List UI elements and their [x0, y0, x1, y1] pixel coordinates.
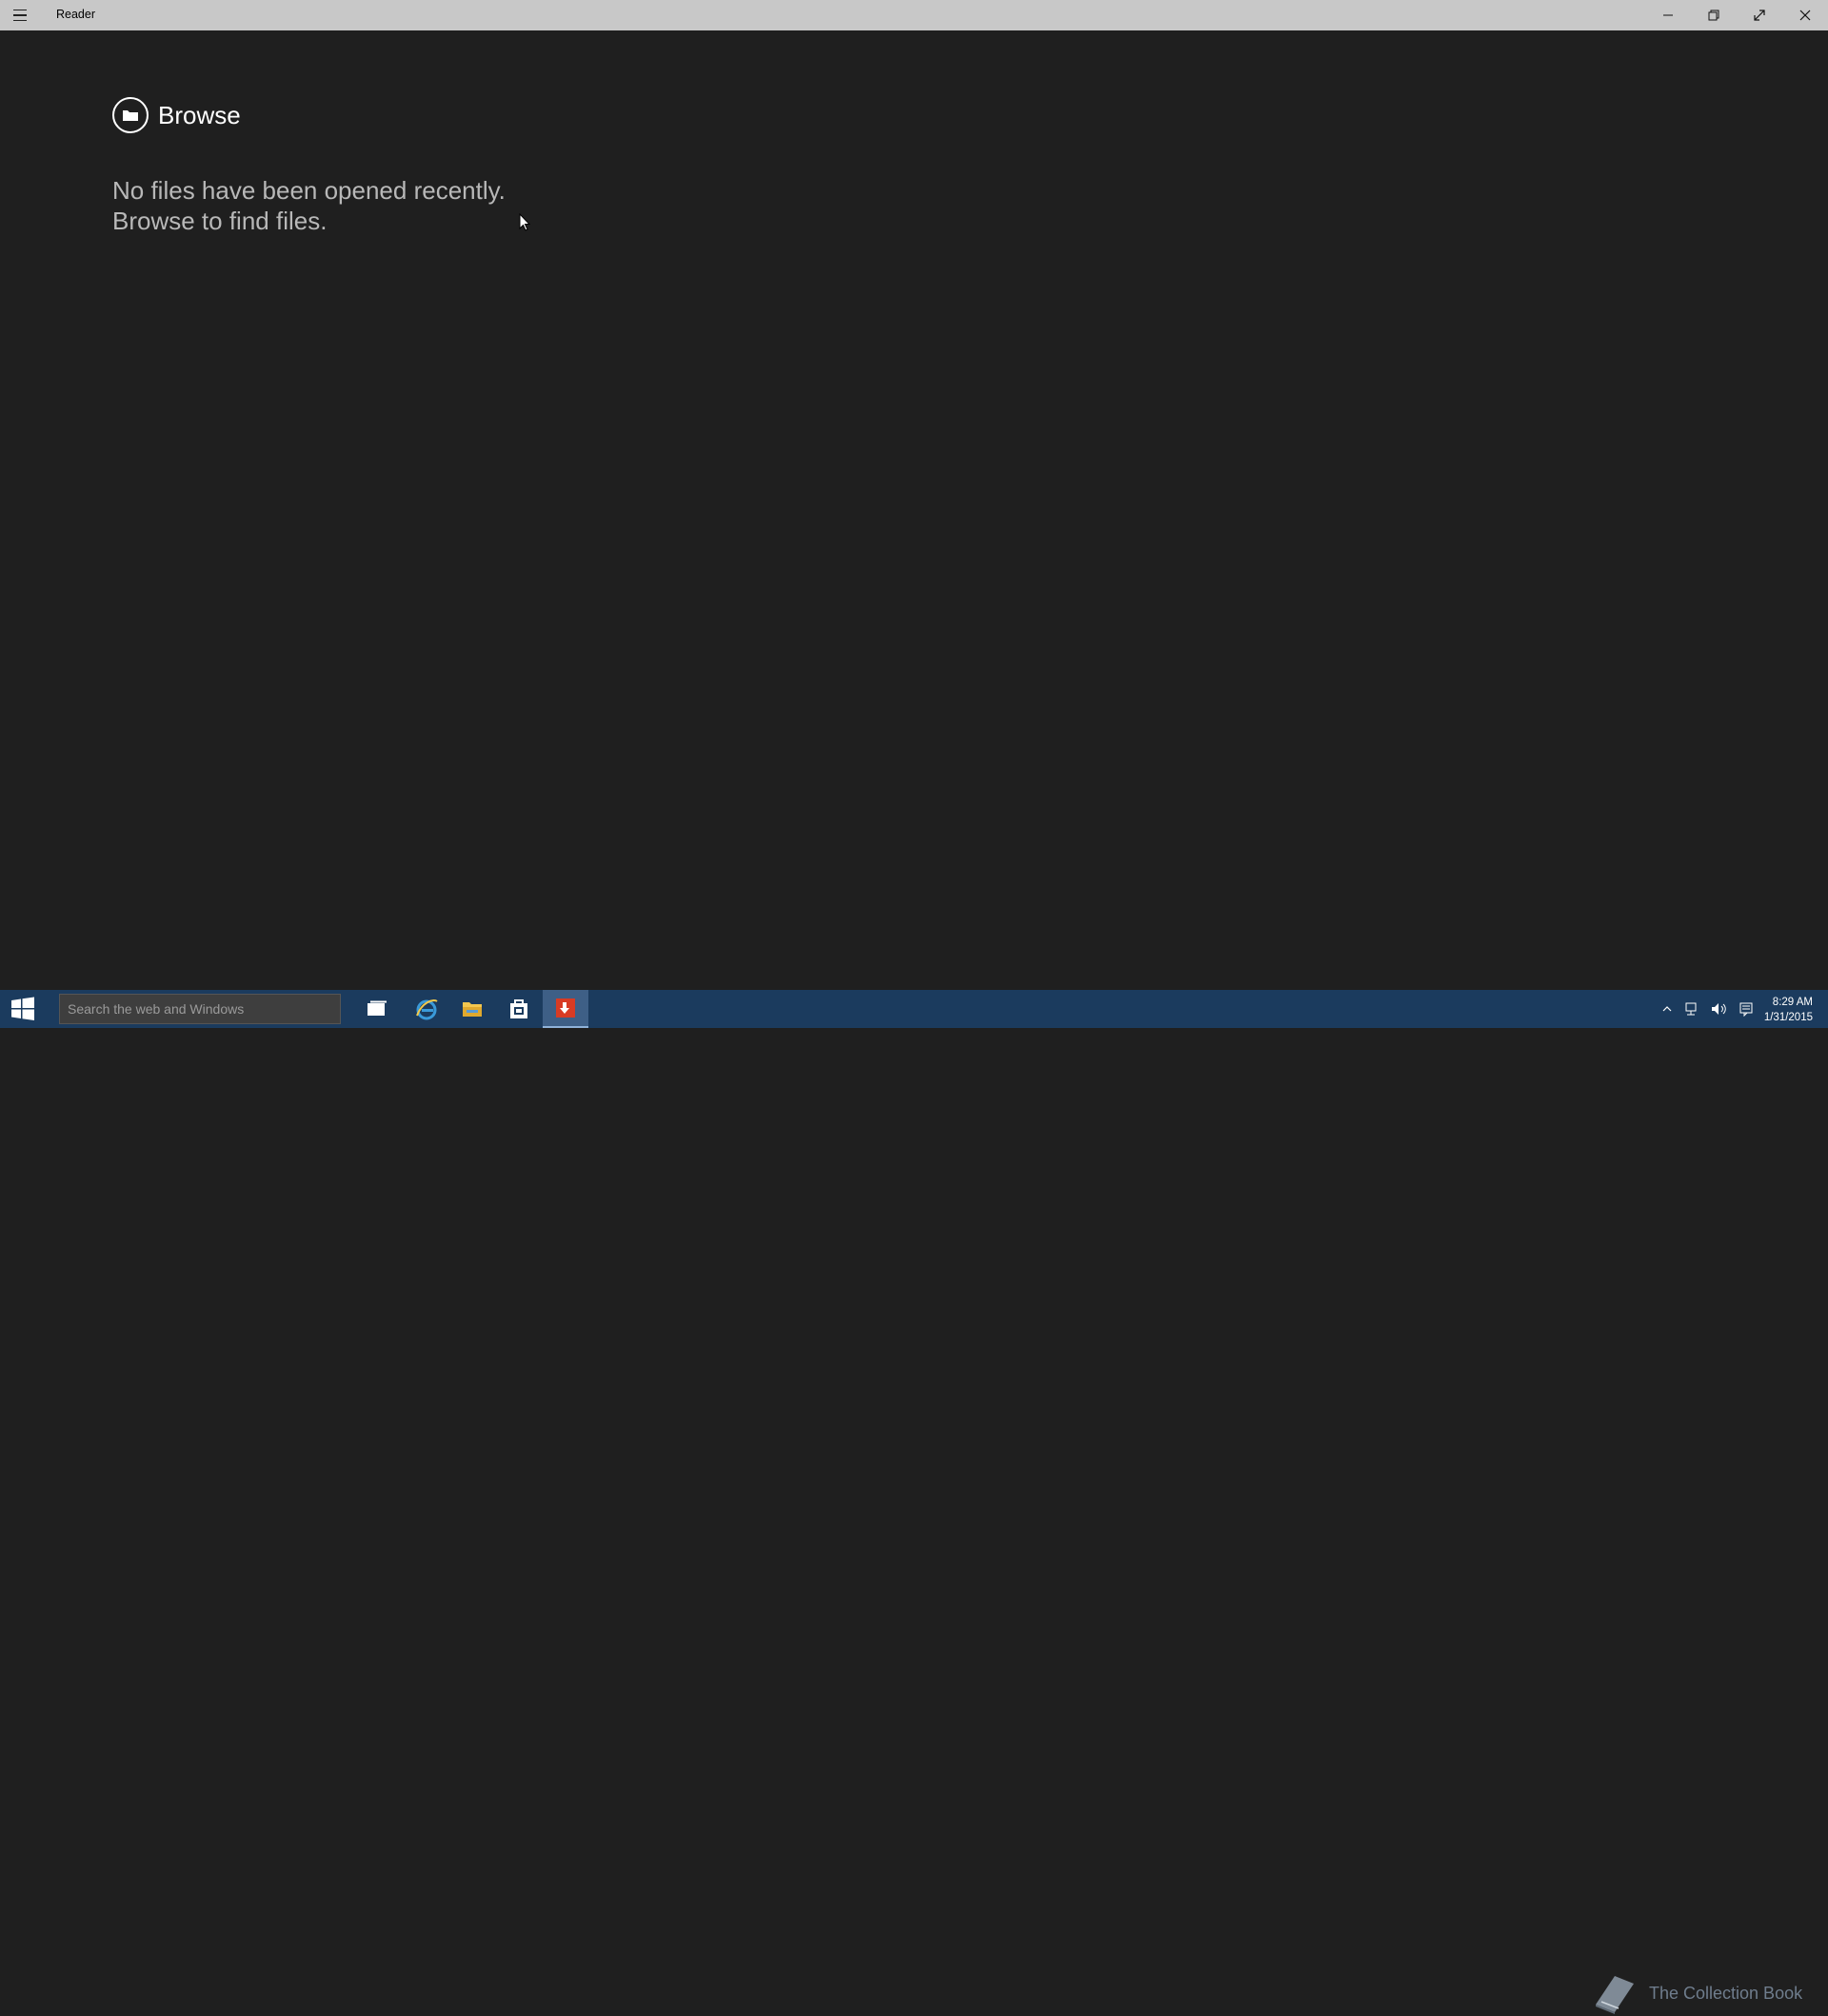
mouse-cursor-icon [519, 213, 530, 231]
main-content: Browse No files have been opened recentl… [0, 30, 1828, 990]
clock-time: 8:29 AM [1772, 997, 1813, 1008]
empty-message-line-2: Browse to find files. [112, 207, 328, 235]
close-icon [1799, 10, 1811, 21]
empty-message-line-1: No files have been opened recently. [112, 176, 506, 205]
watermark: The Collection Book [1590, 1970, 1802, 2016]
folder-icon [112, 97, 149, 133]
taskbar: Search the web and Windows The Collectio… [0, 990, 1828, 2014]
minimize-button[interactable] [1645, 0, 1691, 30]
browse-button[interactable]: Browse [112, 97, 241, 133]
minimize-icon [1663, 14, 1673, 16]
store-icon [510, 999, 527, 1018]
clock-date: 1/31/2015 [1763, 1012, 1813, 1023]
browse-label: Browse [158, 100, 241, 129]
restore-icon [1708, 10, 1719, 21]
search-input[interactable]: Search the web and Windows [59, 994, 341, 1024]
reader-app-icon [556, 998, 575, 1018]
task-view-button[interactable] [354, 990, 400, 1028]
folder-icon [463, 1002, 482, 1017]
volume-icon[interactable] [1710, 1001, 1727, 1017]
reader-app-button[interactable] [543, 990, 588, 1028]
window-title: Reader [56, 8, 95, 21]
title-bar: Reader [0, 0, 1828, 30]
restore-button[interactable] [1691, 0, 1737, 30]
start-button[interactable] [0, 990, 46, 1028]
empty-state-message: No files have been opened recently. Brow… [112, 175, 506, 236]
internet-explorer-button[interactable] [404, 990, 449, 1028]
fullscreen-button[interactable] [1737, 0, 1782, 30]
file-explorer-button[interactable] [449, 990, 495, 1028]
action-center-icon[interactable] [1739, 1001, 1754, 1017]
task-view-icon [368, 1000, 387, 1016]
windows-logo-icon [11, 997, 34, 1020]
chevron-up-icon[interactable] [1662, 1004, 1672, 1014]
clock[interactable]: 8:29 AM 1/31/2015 [1764, 995, 1813, 1025]
store-button[interactable] [496, 990, 542, 1028]
fullscreen-icon [1754, 10, 1765, 21]
close-button[interactable] [1782, 0, 1828, 30]
book-logo-icon [1596, 1976, 1634, 2014]
internet-explorer-icon [416, 999, 438, 1020]
system-tray [1662, 990, 1754, 1028]
network-icon[interactable] [1683, 1001, 1699, 1017]
watermark-text: The Collection Book [1649, 1983, 1803, 2003]
hamburger-menu-icon[interactable] [13, 7, 32, 24]
